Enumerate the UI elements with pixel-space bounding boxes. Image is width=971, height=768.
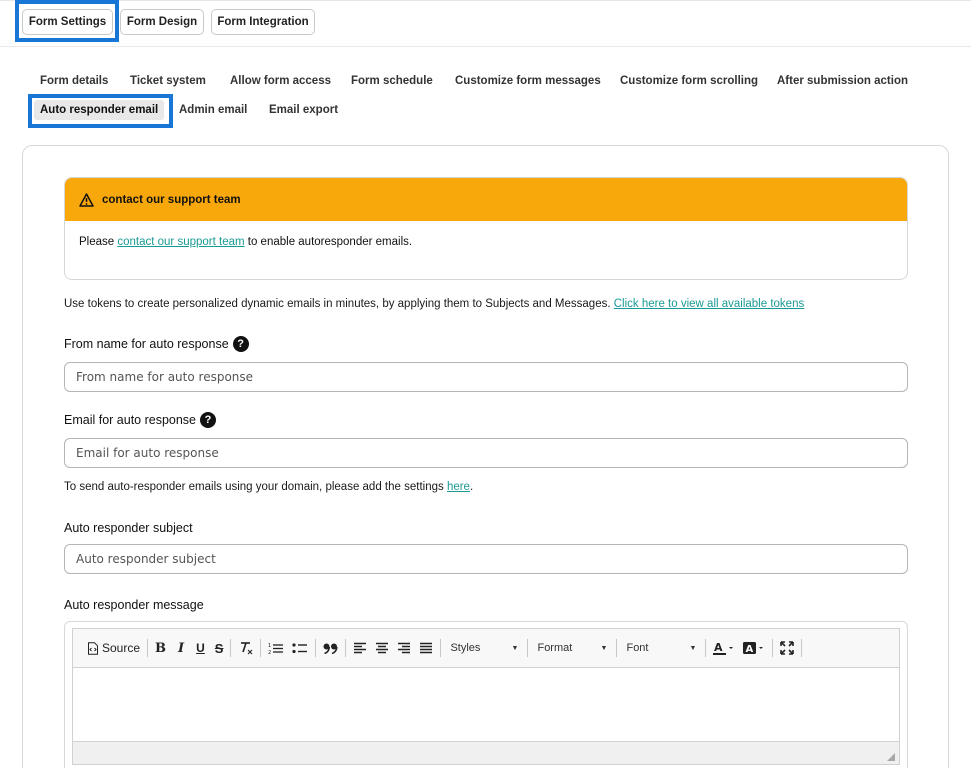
- alert-header: contact our support team: [65, 178, 907, 221]
- editor-status-bar: [72, 741, 900, 765]
- toolbar-separator: [260, 639, 262, 657]
- email-label: Email for auto response ?: [64, 412, 217, 428]
- numbered-list-icon: 1 2: [268, 643, 284, 655]
- underline-button[interactable]: U: [192, 637, 209, 659]
- alert-title: contact our support team: [102, 193, 241, 206]
- subtab-customize-form-scrolling[interactable]: Customize form scrolling: [620, 71, 758, 91]
- alert-body-suffix: to enable autoresponder emails.: [244, 236, 413, 248]
- domain-note: To send auto-responder emails using your…: [64, 481, 473, 493]
- toolbar-separator: [315, 639, 317, 657]
- maximize-icon: [780, 641, 795, 655]
- align-right-icon: [398, 642, 411, 654]
- toolbar-separator: [345, 639, 347, 657]
- align-center-icon: [376, 642, 389, 654]
- tab-form-settings[interactable]: Form Settings: [22, 9, 113, 35]
- toolbar-separator: [772, 639, 774, 657]
- svg-text:2: 2: [268, 650, 271, 655]
- warning-icon: [79, 192, 94, 207]
- chevron-down-icon: ▼: [511, 644, 519, 652]
- tokens-note: Use tokens to create personalized dynami…: [64, 298, 804, 310]
- subtab-ticket-system[interactable]: Ticket system: [130, 71, 206, 91]
- toolbar-separator: [705, 639, 707, 657]
- justify-button[interactable]: [415, 637, 437, 659]
- source-icon: [88, 641, 98, 655]
- format-dropdown-label: Format: [537, 642, 573, 654]
- editor-toolbar: Source B I U S 1 2 Styles ▼ Format ▼ Fon…: [72, 628, 900, 668]
- remove-format-icon: [241, 642, 253, 655]
- alert-body: Please contact our support team to enabl…: [65, 221, 907, 263]
- toolbar-separator: [616, 639, 618, 657]
- align-right-button[interactable]: [393, 637, 415, 659]
- toolbar-separator: [230, 639, 232, 657]
- remove-format-button[interactable]: [234, 637, 257, 659]
- resize-handle-icon[interactable]: [887, 753, 895, 761]
- format-dropdown[interactable]: Format ▼: [531, 637, 613, 659]
- text-color-icon: A: [713, 641, 734, 655]
- toolbar-separator: [801, 639, 803, 657]
- font-dropdown[interactable]: Font ▼: [620, 637, 702, 659]
- svg-text:A: A: [746, 644, 754, 655]
- svg-text:A: A: [714, 641, 723, 654]
- source-label: Source: [102, 641, 141, 655]
- help-icon[interactable]: ?: [232, 336, 249, 352]
- styles-dropdown-label: Styles: [450, 642, 481, 654]
- toolbar-separator: [440, 639, 442, 657]
- subject-label: Auto responder subject: [64, 521, 193, 535]
- bold-button[interactable]: B: [151, 637, 170, 659]
- subtab-form-details[interactable]: Form details: [40, 71, 108, 91]
- subtab-customize-form-messages[interactable]: Customize form messages: [455, 71, 601, 91]
- subtab-auto-responder-email[interactable]: Auto responder email: [34, 100, 165, 120]
- tab-form-integration[interactable]: Form Integration: [211, 9, 315, 35]
- email-input[interactable]: [64, 438, 908, 468]
- subtab-after-submission-action[interactable]: After submission action: [777, 71, 908, 91]
- subtab-email-export[interactable]: Email export: [269, 100, 338, 120]
- chevron-down-icon: ▼: [600, 644, 608, 652]
- text-color-button[interactable]: A: [709, 637, 739, 659]
- tab-form-design[interactable]: Form Design: [120, 9, 204, 35]
- subject-input[interactable]: [64, 544, 908, 574]
- font-dropdown-label: Font: [626, 642, 649, 654]
- message-label: Auto responder message: [64, 598, 204, 612]
- from-name-label: From name for auto response ?: [64, 336, 249, 352]
- tokens-note-text: Use tokens to create personalized dynami…: [64, 298, 614, 310]
- numbered-list-button[interactable]: 1 2: [264, 637, 288, 659]
- quote-icon: [323, 643, 339, 654]
- from-name-label-text: From name for auto response: [64, 337, 229, 351]
- alert-body-prefix: Please: [79, 236, 118, 248]
- toolbar-separator: [147, 639, 149, 657]
- from-name-input[interactable]: [64, 362, 908, 392]
- top-tab-bar: Form Settings Form Design Form Integrati…: [0, 0, 971, 47]
- source-button[interactable]: Source: [83, 637, 144, 659]
- contact-support-link[interactable]: contact our support team: [117, 236, 244, 248]
- message-editor-content[interactable]: [72, 668, 900, 741]
- styles-dropdown[interactable]: Styles ▼: [444, 637, 524, 659]
- domain-note-suffix: .: [469, 481, 474, 493]
- bulleted-list-icon: [292, 642, 308, 653]
- background-color-button[interactable]: A: [739, 637, 769, 659]
- justify-icon: [420, 642, 433, 654]
- align-left-icon: [354, 642, 367, 654]
- message-label-text: Auto responder message: [64, 598, 204, 612]
- domain-note-text: To send auto-responder emails using your…: [64, 481, 447, 493]
- subject-label-text: Auto responder subject: [64, 521, 193, 535]
- svg-text:1: 1: [268, 643, 271, 649]
- strikethrough-button[interactable]: S: [211, 637, 228, 659]
- background-color-icon: A: [743, 642, 764, 655]
- maximize-button[interactable]: [776, 637, 798, 659]
- italic-button[interactable]: I: [174, 637, 188, 659]
- align-left-button[interactable]: [349, 637, 371, 659]
- chevron-down-icon: ▼: [689, 644, 697, 652]
- help-icon[interactable]: ?: [200, 412, 217, 428]
- support-alert: contact our support team Please contact …: [64, 177, 908, 280]
- domain-settings-link[interactable]: here: [447, 481, 470, 493]
- align-center-button[interactable]: [371, 637, 393, 659]
- subtab-form-schedule[interactable]: Form schedule: [351, 71, 433, 91]
- subtab-allow-form-access[interactable]: Allow form access: [230, 71, 331, 91]
- bulleted-list-button[interactable]: [288, 637, 312, 659]
- view-tokens-link[interactable]: Click here to view all available tokens: [614, 298, 804, 310]
- subtab-admin-email[interactable]: Admin email: [179, 100, 247, 120]
- blockquote-button[interactable]: [319, 637, 342, 659]
- toolbar-separator: [527, 639, 529, 657]
- email-label-text: Email for auto response: [64, 413, 197, 427]
